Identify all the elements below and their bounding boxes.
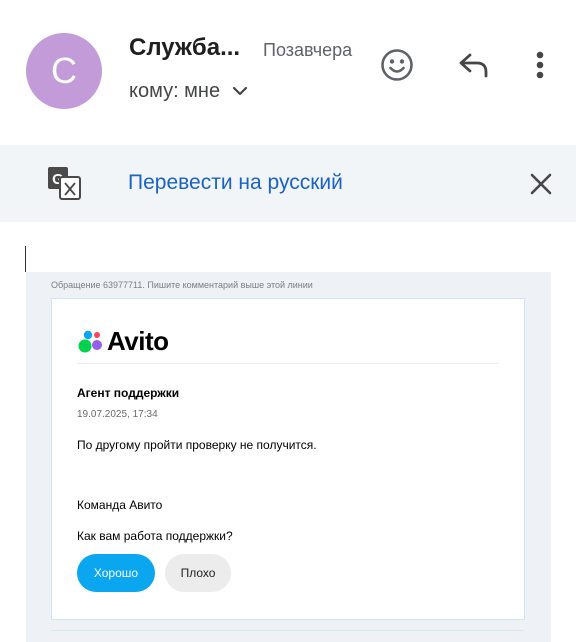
avito-logo-dots-icon — [78, 330, 102, 352]
reply-button[interactable] — [452, 43, 496, 87]
close-icon — [530, 173, 552, 195]
avatar-letter: С — [51, 50, 77, 91]
text-cursor — [25, 246, 26, 272]
logo-text: Avito — [107, 326, 169, 356]
recipient-label: кому: мне — [129, 79, 221, 102]
more-vert-icon — [536, 51, 544, 79]
emoji-icon — [381, 49, 413, 81]
sender-avatar[interactable]: С — [26, 33, 102, 109]
agent-title: Агент поддержки — [77, 386, 180, 400]
feedback-good-button[interactable]: Хорошо — [77, 554, 155, 592]
more-options-button[interactable] — [518, 43, 562, 87]
sender-name[interactable]: Служба... — [129, 34, 240, 62]
agent-date: 19.07.2025, 17:34 — [77, 409, 158, 420]
message-card: Avito Агент поддержки 19.07.2025, 17:34 … — [51, 298, 525, 620]
email-header: С Служба... Позавчера кому: мне — [0, 0, 576, 140]
signature: Команда Авито — [77, 498, 163, 512]
feedback-question: Как вам работа поддержки? — [77, 529, 233, 543]
chevron-down-icon — [233, 86, 248, 96]
add-reaction-button[interactable] — [375, 43, 419, 87]
translate-bar: G Перевести на русский — [0, 145, 576, 222]
close-translate-button[interactable] — [522, 165, 560, 203]
ticket-note: Обращение 63977711. Пишите комментарий в… — [51, 280, 313, 290]
reply-icon — [459, 53, 488, 78]
translate-to-russian-link[interactable]: Перевести на русский — [128, 171, 343, 195]
feedback-bad-button[interactable]: Плохо — [165, 554, 231, 592]
message-text: По другому пройти проверку не получится. — [77, 438, 317, 452]
recipient-details-toggle[interactable]: кому: мне — [129, 78, 248, 104]
received-date: Позавчера — [263, 40, 353, 60]
google-translate-icon: G — [48, 167, 81, 200]
divider — [51, 630, 524, 631]
divider — [77, 363, 498, 364]
email-body: Обращение 63977711. Пишите комментарий в… — [26, 272, 551, 642]
avito-logo: Avito — [77, 326, 169, 357]
